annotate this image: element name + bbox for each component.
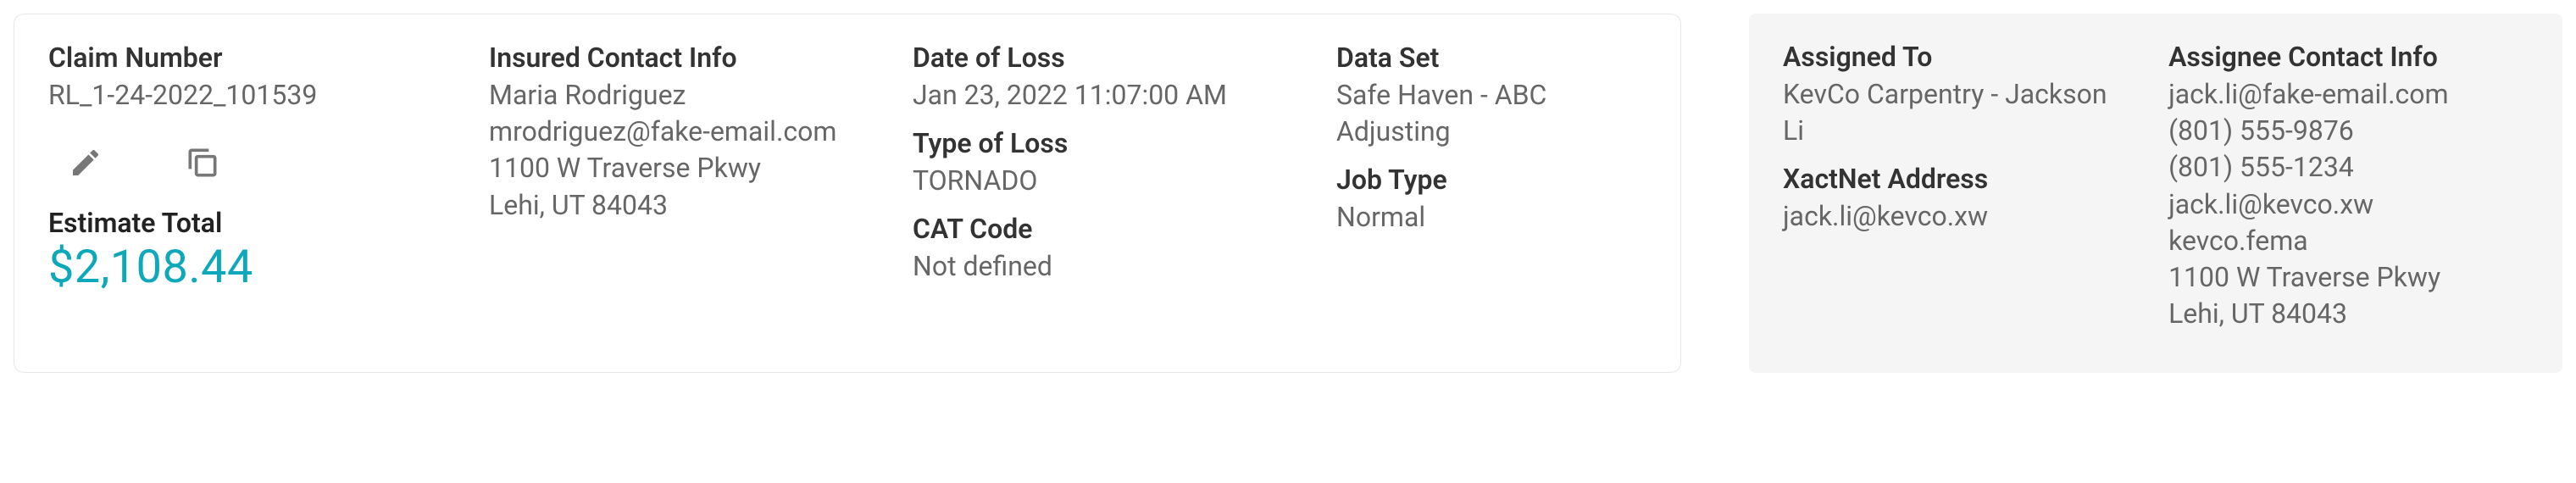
edit-button[interactable] bbox=[65, 142, 106, 183]
type-of-loss-value: TORNADO bbox=[913, 163, 1302, 199]
assignee-xact: jack.li@kevco.xw bbox=[2168, 186, 2529, 223]
assignee-column: Assignee Contact Info jack.li@fake-email… bbox=[2168, 41, 2529, 346]
assignee-fema: kevco.fema bbox=[2168, 223, 2529, 259]
claim-column: Claim Number RL_1-24-2022_101539 bbox=[48, 42, 455, 308]
assignee-phone2: (801) 555-1234 bbox=[2168, 149, 2529, 186]
assigned-column: Assigned To KevCo Carpentry - Jackson Li… bbox=[1783, 41, 2135, 346]
assignee-address2: Lehi, UT 84043 bbox=[2168, 296, 2529, 332]
xactnet-address-value: jack.li@kevco.xw bbox=[1783, 198, 2135, 235]
assignment-card: Assigned To KevCo Carpentry - Jackson Li… bbox=[1749, 14, 2562, 373]
assignee-email: jack.li@fake-email.com bbox=[2168, 76, 2529, 113]
assignee-contact-value: jack.li@fake-email.com (801) 555-9876 (8… bbox=[2168, 76, 2529, 332]
claim-summary-card: Claim Number RL_1-24-2022_101539 bbox=[14, 14, 1681, 373]
insured-address1: 1100 W Traverse Pkwy bbox=[489, 150, 879, 186]
cat-code-label: CAT Code bbox=[913, 213, 1302, 245]
job-type-value: Normal bbox=[1336, 199, 1641, 236]
insured-column: Insured Contact Info Maria Rodriguez mro… bbox=[489, 42, 879, 308]
estimate-total-label: Estimate Total bbox=[48, 207, 455, 239]
job-type-label: Job Type bbox=[1336, 164, 1641, 196]
estimate-total-value: $2,108.44 bbox=[48, 241, 455, 294]
claim-number-label: Claim Number bbox=[48, 42, 455, 74]
insured-email: mrodriguez@fake-email.com bbox=[489, 114, 879, 150]
insured-name: Maria Rodriguez bbox=[489, 77, 879, 114]
data-set-label: Data Set bbox=[1336, 42, 1641, 74]
assigned-to-value: KevCo Carpentry - Jackson Li bbox=[1783, 76, 2135, 149]
insured-contact-value: Maria Rodriguez mrodriguez@fake-email.co… bbox=[489, 77, 879, 224]
assignee-phone1: (801) 555-9876 bbox=[2168, 113, 2529, 149]
copy-icon bbox=[184, 144, 221, 181]
claim-number-value: RL_1-24-2022_101539 bbox=[48, 77, 455, 114]
data-set-value: Safe Haven - ABC Adjusting bbox=[1336, 77, 1641, 150]
copy-button[interactable] bbox=[182, 142, 223, 183]
xactnet-address-label: XactNet Address bbox=[1783, 163, 2135, 195]
loss-column: Date of Loss Jan 23, 2022 11:07:00 AM Ty… bbox=[913, 42, 1302, 308]
date-of-loss-label: Date of Loss bbox=[913, 42, 1302, 74]
insured-address2: Lehi, UT 84043 bbox=[489, 187, 879, 224]
insured-contact-label: Insured Contact Info bbox=[489, 42, 879, 74]
pencil-icon bbox=[69, 146, 103, 180]
type-of-loss-label: Type of Loss bbox=[913, 127, 1302, 159]
cat-code-value: Not defined bbox=[913, 248, 1302, 285]
date-of-loss-value: Jan 23, 2022 11:07:00 AM bbox=[913, 77, 1302, 114]
assignee-address1: 1100 W Traverse Pkwy bbox=[2168, 259, 2529, 296]
assignee-contact-label: Assignee Contact Info bbox=[2168, 41, 2529, 73]
dataset-column: Data Set Safe Haven - ABC Adjusting Job … bbox=[1336, 42, 1641, 308]
assigned-to-label: Assigned To bbox=[1783, 41, 2135, 73]
